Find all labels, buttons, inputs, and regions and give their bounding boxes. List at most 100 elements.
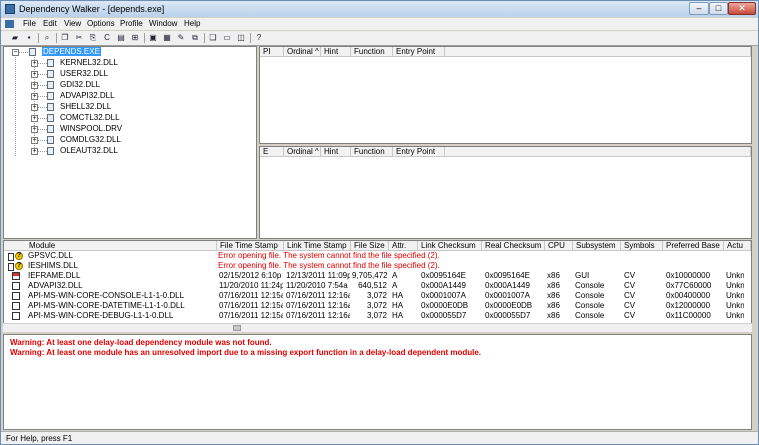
menu-profile[interactable]: Profile [120, 19, 143, 28]
expand-icon[interactable]: + [31, 137, 38, 144]
expand-icon[interactable]: + [31, 93, 38, 100]
column-header[interactable]: PI [260, 47, 284, 57]
link-checksum: 0x0001007A [421, 291, 466, 300]
column-header[interactable]: Link Time Stamp [284, 241, 351, 251]
tree-item-root[interactable]: − DEPENDS.EXE [4, 47, 254, 58]
cut-icon[interactable]: ✂ [73, 32, 85, 43]
column-header[interactable]: Attr. [389, 241, 418, 251]
module-icon [47, 81, 54, 89]
column-header[interactable]: E [260, 147, 284, 157]
tree-item[interactable]: + KERNEL32.DLL [4, 58, 254, 69]
expand-icon[interactable]: + [31, 60, 38, 67]
module-tree-pane[interactable]: − DEPENDS.EXE + KERNEL32.DLL + USER32.DLL … [3, 46, 257, 239]
log-pane[interactable]: Warning: At least one delay-load depende… [3, 334, 752, 430]
expand-icon[interactable]: + [31, 115, 38, 122]
maximize-button[interactable]: □ [709, 2, 728, 15]
scrollbar-thumb[interactable] [233, 325, 241, 331]
module-name[interactable]: IEFRAME.DLL [28, 271, 213, 281]
undecorate-icon[interactable]: C [101, 32, 113, 43]
expand-icon[interactable]: ⊞ [129, 32, 141, 43]
column-header[interactable]: Ordinal ^ [284, 47, 321, 57]
preferred-base: 0x77C60000 [666, 281, 712, 290]
column-header[interactable]: Hint [321, 47, 351, 57]
edit-module-icon[interactable]: ✎ [175, 32, 187, 43]
module-name[interactable]: API-MS-WIN-CORE-CONSOLE-L1-1-0.DLL [28, 291, 213, 301]
export-pane[interactable]: E Ordinal ^ Hint Function Entry Point [259, 146, 752, 239]
column-header[interactable]: Entry Point [393, 47, 445, 57]
tree-item[interactable]: + GDI32.DLL [4, 80, 254, 91]
module-list-pane[interactable]: Module File Time Stamp Link Time Stamp F… [3, 240, 752, 332]
column-header[interactable]: Real Checksum [482, 241, 545, 251]
expand-icon[interactable]: + [31, 126, 38, 133]
tree-item[interactable]: + COMDLG32.DLL [4, 135, 254, 146]
tree-item-label: WINSPOOL.DRV [60, 124, 123, 133]
column-header[interactable]: Subsystem [573, 241, 621, 251]
save-icon[interactable]: ▪ [23, 32, 35, 43]
link-time-stamp: 07/16/2011 12:16a [286, 291, 350, 300]
tile-vertical-icon[interactable]: ◫ [235, 32, 247, 43]
find-icon[interactable]: ⌕ [41, 32, 53, 43]
menu-window[interactable]: Window [149, 19, 177, 28]
parent-import-pane[interactable]: PI Ordinal ^ Hint Function Entry Point [259, 46, 752, 144]
module-icon [47, 70, 54, 78]
error-message: Error opening file. The system cannot fi… [218, 251, 440, 260]
collapse-icon[interactable]: − [12, 49, 19, 56]
expand-icon[interactable]: + [31, 104, 38, 111]
column-header[interactable]: Entry Point [393, 147, 445, 157]
tree-item-label: USER32.DLL [60, 69, 109, 78]
menu-help[interactable]: Help [184, 19, 200, 28]
column-header[interactable]: Link Checksum [418, 241, 482, 251]
column-header[interactable]: Module [4, 241, 217, 251]
close-button[interactable]: ✕ [728, 2, 756, 15]
module-name[interactable]: API-MS-WIN-CORE-DEBUG-L1-1-0.DLL [28, 311, 213, 321]
menu-view[interactable]: View [64, 19, 81, 28]
minimize-button[interactable]: – [689, 2, 709, 15]
module-name[interactable]: ADVAPI32.DLL [28, 281, 213, 291]
column-header[interactable]: Actu [724, 241, 751, 251]
module-list-horizontal-scrollbar[interactable] [3, 323, 752, 332]
cascade-icon[interactable]: ❏ [207, 32, 219, 43]
log-warning-line: Warning: At least one delay-load depende… [10, 338, 272, 347]
error-message: Error opening file. The system cannot fi… [218, 261, 440, 270]
module-name[interactable]: IESHIMS.DLL [28, 261, 213, 271]
menu-edit[interactable]: Edit [43, 19, 57, 28]
menu-options[interactable]: Options [87, 19, 115, 28]
tile-horizontal-icon[interactable]: ▭ [221, 32, 233, 43]
link-time-stamp: 07/16/2011 12:16a [286, 311, 350, 320]
expand-icon[interactable]: + [31, 82, 38, 89]
tree-item[interactable]: + COMCTL32.DLL [4, 113, 254, 124]
column-header[interactable]: Preferred Base [663, 241, 724, 251]
column-header[interactable]: Function [351, 47, 393, 57]
module-name[interactable]: API-MS-WIN-CORE-DATETIME-L1-1-0.DLL [28, 301, 213, 311]
column-header[interactable]: Ordinal ^ [284, 147, 321, 157]
real-checksum: 0x000055D7 [485, 311, 531, 320]
column-header[interactable]: File Time Stamp [217, 241, 284, 251]
copy-icon[interactable]: ❐ [59, 32, 71, 43]
tree-item[interactable]: + SHELL32.DLL [4, 102, 254, 113]
tree-item[interactable]: + USER32.DLL [4, 69, 254, 80]
column-header[interactable]: File Size [351, 241, 389, 251]
external-viewer-icon[interactable]: ⧉ [189, 32, 201, 43]
menu-file[interactable]: File [23, 19, 36, 28]
file-time-stamp: 07/16/2011 12:15a [219, 291, 283, 300]
column-header[interactable]: CPU [545, 241, 573, 251]
module-name[interactable]: GPSVC.DLL [28, 251, 213, 261]
module-icon [47, 103, 54, 111]
column-header[interactable]: Symbols [621, 241, 663, 251]
tree-item[interactable]: + WINSPOOL.DRV [4, 124, 254, 135]
tree-item[interactable]: + ADVAPI32.DLL [4, 91, 254, 102]
title-bar[interactable]: Dependency Walker - [depends.exe] – □ ✕ [1, 1, 758, 17]
properties-icon[interactable]: ▣ [147, 32, 159, 43]
expand-icon[interactable]: + [31, 148, 38, 155]
tree-item[interactable]: + OLEAUT32.DLL [4, 146, 254, 157]
expand-icon[interactable]: + [31, 71, 38, 78]
status-text: For Help, press F1 [6, 434, 73, 443]
column-header[interactable]: Hint [321, 147, 351, 157]
profile-icon[interactable]: ▤ [115, 32, 127, 43]
document-icon[interactable] [5, 20, 14, 28]
view-module-icon[interactable]: ▦ [161, 32, 173, 43]
help-icon[interactable]: ? [253, 32, 265, 43]
column-header[interactable]: Function [351, 147, 393, 157]
full-paths-icon[interactable]: ⎘ [87, 32, 99, 43]
open-icon[interactable]: ▰ [9, 32, 21, 43]
